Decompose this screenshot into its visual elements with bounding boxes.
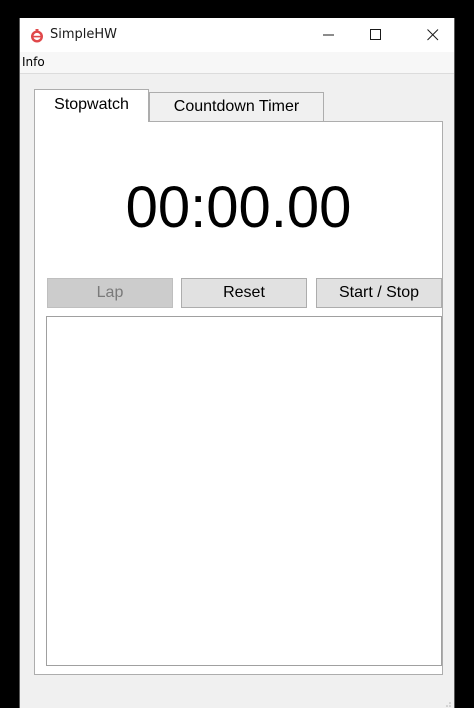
title-bar[interactable]: SimpleHW (20, 18, 454, 52)
reset-button[interactable]: Reset (181, 278, 307, 308)
minimize-icon (323, 34, 334, 36)
lap-list[interactable] (46, 316, 442, 666)
start-stop-button[interactable]: Start / Stop (316, 278, 442, 308)
app-window: SimpleHW Info Stopwatch Countdown Timer … (19, 18, 455, 708)
menu-bar: Info (20, 52, 454, 74)
close-icon (427, 29, 439, 41)
timer-app-icon (30, 28, 44, 43)
minimize-button[interactable] (306, 18, 352, 52)
close-button[interactable] (410, 18, 454, 52)
lap-button[interactable]: Lap (47, 278, 173, 308)
tab-countdown-timer[interactable]: Countdown Timer (149, 92, 324, 122)
tab-stopwatch[interactable]: Stopwatch (34, 89, 149, 122)
maximize-icon (370, 29, 381, 40)
stopwatch-panel: 00:00.00 Lap Reset Start / Stop (34, 121, 443, 675)
menu-info[interactable]: Info (22, 55, 45, 69)
time-display: 00:00.00 (125, 175, 352, 240)
resize-grip-icon[interactable] (442, 696, 452, 707)
window-title: SimpleHW (50, 27, 118, 42)
maximize-button[interactable] (353, 18, 399, 52)
